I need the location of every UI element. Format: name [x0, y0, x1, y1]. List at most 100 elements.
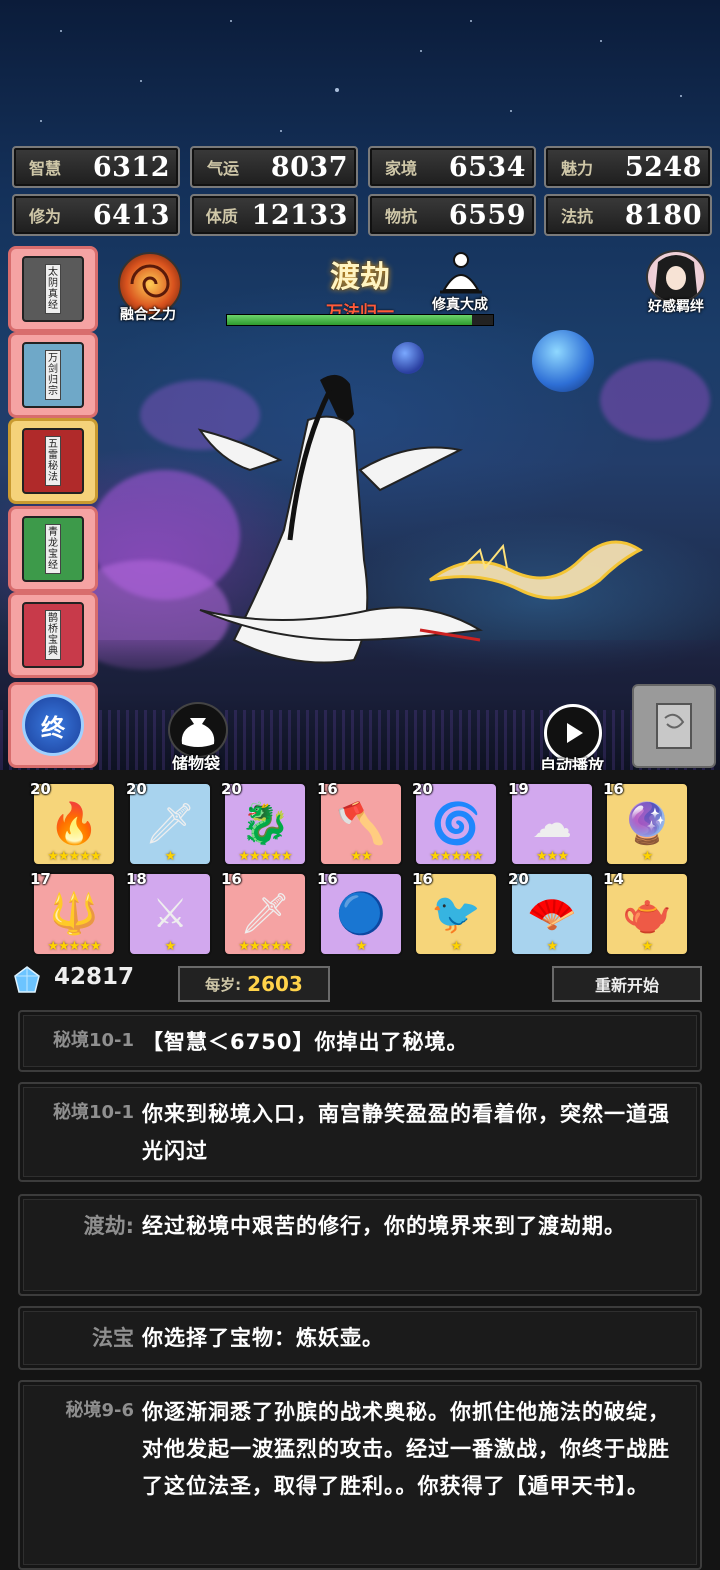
- item-stars: ★★★★★: [429, 849, 483, 864]
- book-icon: 鹊桥宝典: [22, 602, 84, 668]
- log-text: 你来到秘境入口，南宫静笑盈盈的看着你，突然一道强光闪过: [142, 1102, 670, 1163]
- item-slot[interactable]: 16 🐦 ★: [412, 870, 498, 956]
- item-level: 16: [317, 870, 338, 888]
- log-tag: 法宝: [92, 1326, 134, 1350]
- book-icon: 万剑归宗: [22, 342, 84, 408]
- stat-value: 5248: [624, 151, 702, 183]
- item-stars: ★: [641, 939, 654, 954]
- dragon-ring-icon: 🌀: [431, 801, 481, 847]
- cultivation-label: 修真大成: [432, 297, 488, 313]
- stat-label: 气运: [206, 159, 239, 178]
- item-slot[interactable]: 20 🔥 ★★★★★: [30, 780, 116, 866]
- battle-axe-icon: 🪓: [336, 801, 386, 847]
- phoenix-icon: 🐦: [431, 891, 481, 937]
- stat-value: 6413: [92, 199, 170, 231]
- scroll-icon: [656, 703, 692, 749]
- item-slot[interactable]: 20 🪭 ★: [508, 870, 594, 956]
- book-icon: 五雷秘法: [22, 428, 84, 494]
- item-slot[interactable]: 16 🗡 ★★★★★: [221, 870, 307, 956]
- item-stars: ★★★: [536, 849, 569, 864]
- book-button-qinglong[interactable]: 青龙宝经: [8, 506, 98, 592]
- book-button-queqiao[interactable]: 鹊桥宝典: [8, 592, 98, 678]
- item-level: 19: [508, 780, 529, 798]
- log-entry: 秘境9-6 你逐渐洞悉了孙膑的战术奥秘。你抓住他施法的破绽，对他发起一波猛烈的攻…: [18, 1380, 702, 1570]
- stat-value: 8180: [624, 199, 702, 231]
- scroll-button[interactable]: [632, 684, 716, 768]
- item-level: 16: [412, 870, 433, 888]
- item-level: 20: [412, 780, 433, 798]
- meditation-button[interactable]: [436, 250, 486, 296]
- play-icon: [567, 723, 583, 743]
- stat-label: 物抗: [384, 207, 417, 226]
- end-button[interactable]: 终: [8, 682, 98, 768]
- log-text: 【智慧＜6750】你掉出了秘境。: [142, 1030, 469, 1054]
- item-stars: ★★★★★: [47, 939, 101, 954]
- crystal-count: 42817: [54, 964, 135, 990]
- stat-value: 6312: [92, 151, 170, 183]
- per-year-value: 2603: [247, 972, 303, 996]
- spirit-orb: [532, 330, 594, 392]
- log-entry: 渡劫: 经过秘境中艰苦的修行，你的境界来到了渡劫期。: [18, 1194, 702, 1296]
- fire-pearl-icon: 🔮: [622, 801, 672, 847]
- stat-value: 6559: [448, 199, 526, 231]
- end-icon: 终: [22, 694, 84, 756]
- stat-panel: 修为 6413: [12, 194, 180, 236]
- item-slot[interactable]: 17 🔱 ★★★★★: [30, 870, 116, 956]
- wooden-sword-icon: 🗡: [144, 801, 196, 847]
- stat-value: 8037: [270, 151, 348, 183]
- log-entry: 秘境10-1 你来到秘境入口，南宫静笑盈盈的看着你，突然一道强光闪过: [18, 1082, 702, 1182]
- item-slot[interactable]: 16 🔵 ★: [317, 870, 403, 956]
- item-slot[interactable]: 14 🫖 ★: [603, 870, 689, 956]
- log-tag: 秘境10-1: [52, 1102, 134, 1123]
- item-slot[interactable]: 20 🐉 ★★★★★: [221, 780, 307, 866]
- flame-ring-icon: 🔥: [49, 801, 99, 847]
- realm-name: 渡劫: [330, 260, 390, 295]
- book-button-wanjian[interactable]: 万剑归宗: [8, 332, 98, 418]
- per-year-label: 每岁:: [205, 975, 242, 994]
- book-button-taiyin[interactable]: 太阴真经: [8, 246, 98, 332]
- demon-pot-icon: 🫖: [622, 891, 672, 937]
- companion-portrait-icon: [654, 255, 698, 302]
- cloud-jade-icon: ☁: [532, 801, 572, 847]
- per-year-plaque: 每岁: 2603: [178, 966, 330, 1002]
- stat-label: 体质: [205, 207, 238, 226]
- fan-icon: 🪭: [527, 891, 577, 937]
- stat-value: 6534: [448, 151, 526, 183]
- item-slot[interactable]: 20 🗡 ★: [126, 780, 212, 866]
- item-level: 18: [126, 870, 147, 888]
- book-icon: 太阴真经: [22, 256, 84, 322]
- item-level: 20: [508, 870, 529, 888]
- item-level: 16: [603, 780, 624, 798]
- crystal-orb-icon: 🔵: [336, 891, 386, 937]
- stat-panel: 智慧 6312: [12, 146, 180, 188]
- book-button-wulei[interactable]: 五雷秘法: [8, 418, 98, 504]
- golden-dragon: [429, 540, 643, 600]
- item-level: 20: [30, 780, 51, 798]
- item-stars: ★: [164, 849, 177, 864]
- item-slot[interactable]: 20 🌀 ★★★★★: [412, 780, 498, 866]
- item-level: 16: [221, 870, 242, 888]
- item-level: 14: [603, 870, 624, 888]
- stat-label: 魅力: [560, 159, 593, 178]
- stat-value: 12133: [251, 199, 348, 231]
- stat-panel: 魅力 5248: [544, 146, 712, 188]
- stat-label: 修为: [28, 207, 61, 226]
- stat-panel: 法抗 8180: [544, 194, 712, 236]
- item-stars: ★: [546, 939, 559, 954]
- log-entry: 法宝 你选择了宝物：炼妖壶。: [18, 1306, 702, 1370]
- restart-button[interactable]: 重新开始: [552, 966, 702, 1002]
- item-slot[interactable]: 18 ⚔ ★: [126, 870, 212, 956]
- great-sword-icon: 🗡: [239, 891, 291, 937]
- item-slot[interactable]: 16 🔮 ★: [603, 780, 689, 866]
- realm-display: 渡劫 万法归一: [300, 252, 420, 323]
- item-stars: ★★★★★: [47, 849, 101, 864]
- item-level: 20: [221, 780, 242, 798]
- realm-progress-bar: [226, 314, 494, 326]
- log-tag: 渡劫:: [83, 1214, 134, 1238]
- item-slot[interactable]: 19 ☁ ★★★: [508, 780, 594, 866]
- item-slot[interactable]: 16 🪓 ★★: [317, 780, 403, 866]
- book-icon: 青龙宝经: [22, 516, 84, 582]
- stat-label: 家境: [384, 159, 417, 178]
- item-level: 16: [317, 780, 338, 798]
- item-stars: ★★: [350, 849, 372, 864]
